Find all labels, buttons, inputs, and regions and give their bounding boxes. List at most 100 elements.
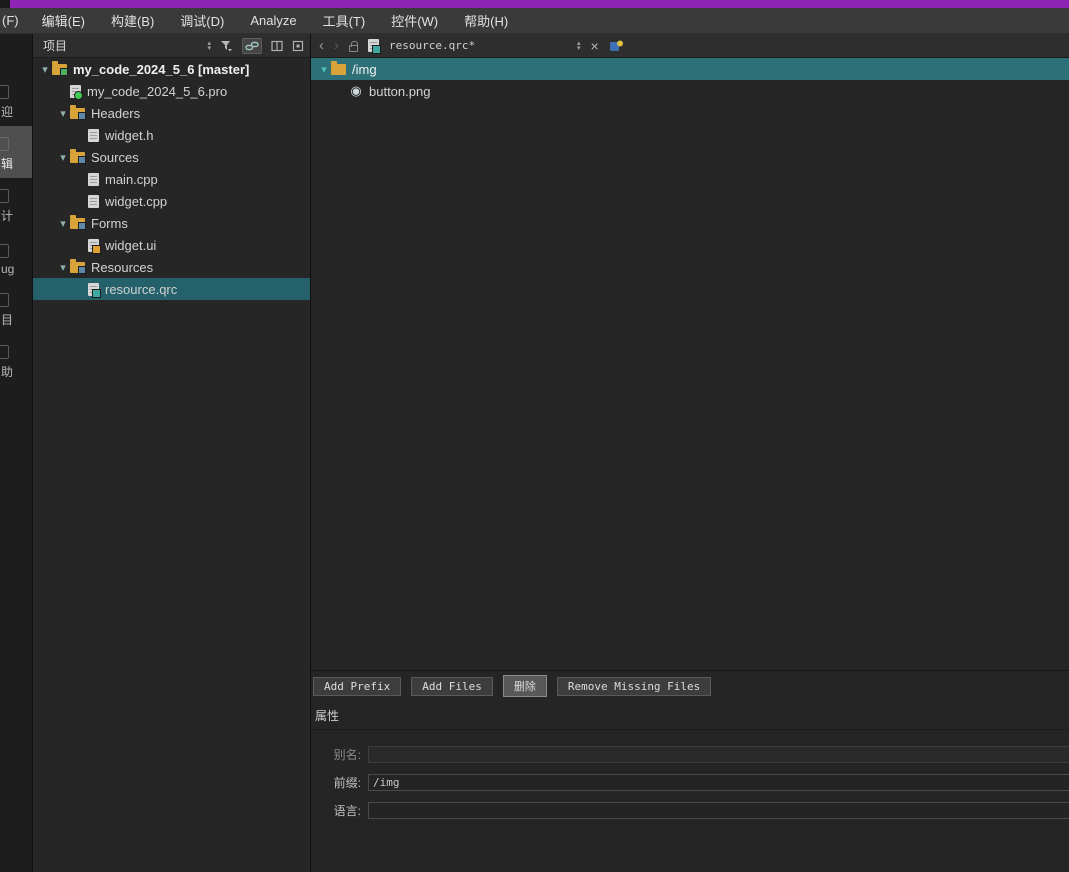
filter-icon[interactable] (220, 40, 233, 52)
design-icon (0, 189, 9, 203)
prefix-row: 前缀: (323, 768, 1069, 796)
debug-icon (0, 244, 9, 258)
split-panel-icon[interactable] (271, 40, 283, 52)
projects-icon (0, 293, 9, 307)
back-arrow-icon[interactable]: ‹ (319, 38, 324, 53)
open-file-icon (368, 39, 379, 52)
prefix-folder-icon (331, 64, 346, 75)
project-tree: ▾ my_code_2024_5_6 [master] my_code_2024… (33, 58, 311, 872)
mode-edit-label: 辑 (1, 155, 13, 172)
tree-item-label: widget.h (105, 128, 153, 143)
window-corner-icon (0, 0, 10, 8)
tree-item-label: resource.qrc (105, 282, 177, 297)
alias-row: 别名: (323, 740, 1069, 768)
resource-editor-empty-area (311, 102, 1069, 670)
sync-with-editor-toggle[interactable] (242, 38, 262, 54)
tree-row-resource-qrc[interactable]: resource.qrc (33, 278, 310, 300)
mode-help[interactable]: 助 (0, 334, 32, 386)
chevron-down-icon[interactable]: ▾ (56, 217, 70, 230)
header-file-icon (88, 129, 99, 142)
sources-folder-icon (70, 152, 85, 163)
menu-item-debug[interactable]: 调试(D) (167, 8, 237, 33)
tree-row-headers[interactable]: ▾ Headers (33, 102, 310, 124)
tree-row-sources[interactable]: ▾ Sources (33, 146, 310, 168)
close-document-icon[interactable]: × (591, 38, 599, 54)
remove-missing-files-button[interactable]: Remove Missing Files (557, 677, 711, 696)
image-file-icon: ◉ (349, 83, 363, 99)
tree-row-resources[interactable]: ▾ Resources (33, 256, 310, 278)
source-file-icon (88, 195, 99, 208)
tree-row-pro-file[interactable]: my_code_2024_5_6.pro (33, 80, 310, 102)
properties-form: 别名: 前缀: 语言: (311, 730, 1069, 830)
tree-item-label: Headers (91, 106, 140, 121)
mode-welcome-label: 迎 (1, 103, 13, 120)
tree-row-forms[interactable]: ▾ Forms (33, 212, 310, 234)
forward-arrow-icon[interactable]: › (334, 38, 339, 53)
help-icon (0, 345, 9, 359)
welcome-icon (0, 85, 9, 99)
project-panel-header: 项目 ▴▾ (33, 34, 311, 57)
menu-item-help[interactable]: 帮助(H) (451, 8, 521, 33)
language-row: 语言: (323, 796, 1069, 824)
tree-item-label: main.cpp (105, 172, 158, 187)
panel-selector-arrows-icon[interactable]: ▴▾ (207, 41, 211, 51)
mode-debug-label: ug (1, 262, 14, 276)
language-input[interactable] (368, 802, 1069, 819)
resource-editor: ▾ /img ◉ button.png Add Prefix Add Files… (311, 58, 1069, 872)
prefix-input[interactable] (368, 774, 1069, 791)
menu-item-widgets[interactable]: 控件(W) (378, 8, 451, 33)
chevron-down-icon[interactable]: ▾ (56, 107, 70, 120)
pro-file-icon (70, 85, 81, 98)
resource-file-row[interactable]: ◉ button.png (311, 80, 1069, 102)
tree-row-widget-h[interactable]: widget.h (33, 124, 310, 146)
close-panel-icon[interactable] (292, 40, 304, 52)
menu-item-tools[interactable]: 工具(T) (310, 8, 379, 33)
source-file-icon (88, 173, 99, 186)
open-document-name[interactable]: resource.qrc* (389, 39, 567, 52)
mode-edit[interactable]: 辑 (0, 126, 32, 178)
add-prefix-button[interactable]: Add Prefix (313, 677, 401, 696)
link-icon (245, 40, 259, 52)
mode-help-label: 助 (1, 363, 13, 380)
ui-file-icon (88, 239, 99, 252)
chevron-down-icon[interactable]: ▾ (38, 63, 52, 76)
tree-row-main-cpp[interactable]: main.cpp (33, 168, 310, 190)
menu-item-analyze[interactable]: Analyze (237, 8, 309, 33)
editor-bottom-spacer (311, 830, 1069, 872)
menu-item-build[interactable]: 构建(B) (98, 8, 167, 33)
menu-item-edit[interactable]: 编辑(E) (29, 8, 98, 33)
alias-input[interactable] (368, 746, 1069, 763)
resource-prefix-label: /img (352, 62, 377, 77)
mode-welcome[interactable]: 迎 (0, 74, 32, 126)
mode-debug[interactable]: ug (0, 230, 32, 282)
chevron-down-icon[interactable]: ▾ (56, 261, 70, 274)
mode-design-label: 计 (1, 207, 13, 224)
editor-window-icon[interactable] (609, 39, 624, 53)
mode-design[interactable]: 计 (0, 178, 32, 230)
resources-folder-icon (70, 262, 85, 273)
project-folder-icon (52, 64, 67, 75)
tree-item-label: my_code_2024_5_6 [master] (73, 62, 249, 77)
tree-row-project-root[interactable]: ▾ my_code_2024_5_6 [master] (33, 58, 310, 80)
mode-projects-label: 目 (1, 311, 13, 328)
chevron-down-icon[interactable]: ▾ (317, 63, 331, 76)
mode-projects[interactable]: 目 (0, 282, 32, 334)
menu-item-file[interactable]: (F) (0, 8, 29, 33)
resource-prefix-row[interactable]: ▾ /img (311, 58, 1069, 80)
remove-button[interactable]: 删除 (503, 675, 547, 697)
tree-row-widget-ui[interactable]: widget.ui (33, 234, 310, 256)
mode-sidebar: 迎 辑 计 ug 目 助 (0, 34, 33, 872)
qt-creator-window: (F) 编辑(E) 构建(B) 调试(D) Analyze 工具(T) 控件(W… (0, 0, 1069, 872)
tree-item-label: Sources (91, 150, 139, 165)
resource-button-bar: Add Prefix Add Files 删除 Remove Missing F… (311, 670, 1069, 701)
add-files-button[interactable]: Add Files (411, 677, 493, 696)
document-selector-arrows-icon[interactable]: ▴▾ (577, 41, 581, 51)
project-panel-title: 项目 (43, 37, 67, 54)
alias-label: 别名: (323, 746, 361, 763)
tree-item-label: widget.ui (105, 238, 156, 253)
properties-section-title: 属性 (311, 701, 1069, 730)
tree-item-label: my_code_2024_5_6.pro (87, 84, 227, 99)
tree-row-widget-cpp[interactable]: widget.cpp (33, 190, 310, 212)
chevron-down-icon[interactable]: ▾ (56, 151, 70, 164)
lock-icon[interactable] (349, 45, 358, 52)
